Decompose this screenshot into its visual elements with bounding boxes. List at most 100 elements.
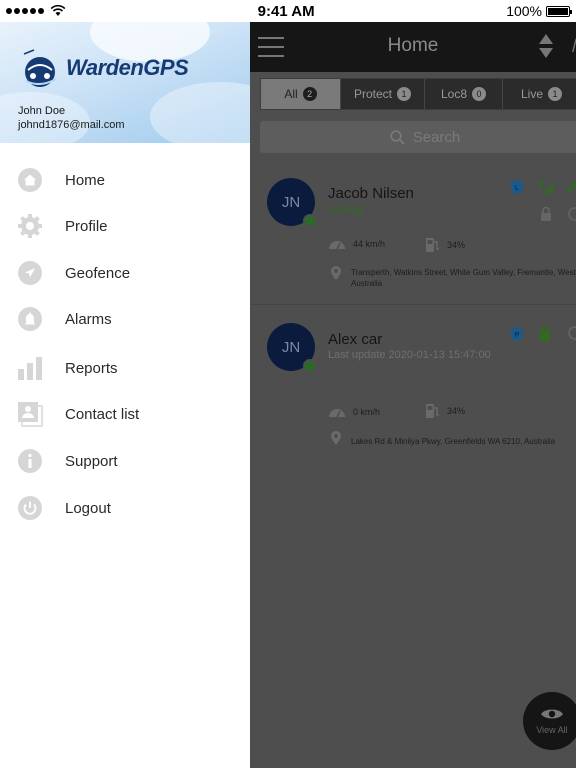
- status-bar: 9:41 AM 100%: [0, 0, 576, 22]
- tab-all[interactable]: All 2: [261, 79, 341, 109]
- tab-label: All: [284, 87, 298, 101]
- tab-label: Live: [520, 87, 543, 101]
- top-bar: Home /: [250, 22, 576, 72]
- tab-live[interactable]: Live 1: [503, 79, 576, 109]
- tab-label: Loc8: [440, 87, 468, 101]
- menu-item-home[interactable]: Home: [0, 160, 250, 200]
- location-pin-icon: [331, 431, 341, 445]
- speedometer-icon: [329, 241, 345, 250]
- speed-value: 0 km/h: [353, 407, 381, 417]
- map-icon[interactable]: /: [572, 36, 576, 58]
- battery-percent: 100%: [506, 3, 542, 19]
- tab-protect[interactable]: Protect 1: [341, 79, 425, 109]
- view-all-label: View All: [536, 725, 568, 735]
- loc8-shield-icon: L: [511, 180, 523, 195]
- home-icon: [17, 167, 43, 193]
- vehicle-card[interactable]: JN Jacob Nilsen moving L 44 km/h 34% Tra…: [250, 166, 576, 305]
- search-placeholder: Search: [412, 128, 461, 146]
- eye-icon: [541, 709, 563, 719]
- cellular-signal-icon: [6, 5, 66, 17]
- car-logo-icon: [23, 49, 57, 87]
- filter-tabs: All 2 Protect 1 Loc8 0 Live 1: [260, 78, 576, 110]
- gps-signal-icon: [538, 181, 553, 194]
- vehicle-address: Lakes Rd & Minilya Pkwy, Greenfields WA …: [351, 437, 556, 446]
- menu-label: Contact list: [65, 405, 140, 423]
- navigation-icon: [17, 260, 43, 286]
- vehicle-name: Jacob Nilsen: [328, 185, 414, 202]
- shield-letter: P: [515, 332, 520, 339]
- speed-metric: 44 km/h: [328, 238, 385, 250]
- status-time: 9:41 AM: [257, 2, 315, 20]
- online-indicator: [303, 214, 317, 228]
- lock-icon: [541, 206, 551, 221]
- online-indicator: [303, 359, 317, 373]
- fuel-metric: 34%: [425, 403, 465, 419]
- menu-item-reports[interactable]: Reports: [0, 348, 250, 388]
- avatar-initials: JN: [281, 193, 301, 211]
- fuel-pump-icon: [426, 404, 439, 418]
- home-screen: Home / All 2 Protect 1 Loc8 0 Live 1 Sea…: [250, 22, 576, 768]
- user-name: John Doe: [18, 105, 66, 117]
- search-icon: [390, 129, 405, 145]
- wifi-icon: [50, 5, 66, 16]
- speed-metric: 0 km/h: [328, 406, 380, 418]
- tab-count-badge: 0: [472, 87, 487, 101]
- menu-item-geofence[interactable]: Geofence: [0, 253, 250, 293]
- view-all-button[interactable]: View All: [523, 692, 576, 750]
- clock-icon: [568, 207, 576, 221]
- tab-loc8[interactable]: Loc8 0: [425, 79, 503, 109]
- menu-label: Support: [65, 452, 118, 470]
- vehicle-address: Transperth, Watkins Street, White Gum Va…: [351, 268, 576, 288]
- vehicle-status: Last update 2020-01-13 15:47:00: [328, 349, 491, 361]
- fuel-value: 34%: [447, 406, 466, 416]
- menu-label: Logout: [65, 499, 111, 517]
- menu-item-alarms[interactable]: Alarms: [0, 299, 250, 339]
- menu-label: Alarms: [65, 310, 112, 328]
- menu-label: Reports: [65, 359, 118, 377]
- wrench-icon: [567, 181, 576, 193]
- menu-label: Geofence: [65, 264, 131, 282]
- shield-letter: L: [515, 185, 519, 192]
- cloud-decoration: [150, 82, 250, 143]
- fuel-metric: 34%: [425, 237, 465, 253]
- clock-icon: [568, 326, 576, 340]
- menu-item-profile[interactable]: Profile: [0, 206, 250, 246]
- sort-icon[interactable]: [538, 32, 554, 60]
- tab-count-badge: 1: [397, 87, 411, 101]
- battery-icon: [546, 5, 572, 17]
- brand-logo: WardenGPS: [18, 48, 189, 88]
- speed-value: 44 km/h: [353, 239, 386, 249]
- info-icon: [17, 448, 43, 474]
- contacts-icon: [17, 401, 43, 427]
- cloud-decoration: [0, 92, 90, 143]
- brand-name: WardenGPS: [66, 55, 189, 80]
- bar-chart-icon: [17, 355, 43, 381]
- user-email: johnd1876@mail.com: [18, 119, 125, 131]
- avatar: JN: [267, 178, 317, 228]
- avatar: JN: [267, 323, 317, 373]
- navigation-drawer: WardenGPS John Doe johnd1876@mail.com Ho…: [0, 22, 250, 768]
- menu-label: Profile: [65, 217, 108, 235]
- menu-item-logout[interactable]: Logout: [0, 488, 250, 528]
- page-title: Home: [387, 35, 439, 56]
- fuel-value: 34%: [447, 240, 466, 250]
- vehicle-name: Alex car: [328, 331, 383, 348]
- battery-indicator: 100%: [506, 3, 572, 19]
- vehicle-card[interactable]: JN Alex car Last update 2020-01-13 15:47…: [250, 312, 576, 452]
- tab-label: Protect: [353, 87, 392, 101]
- gear-icon: [17, 213, 43, 239]
- menu-item-contact-list[interactable]: Contact list: [0, 394, 250, 434]
- search-input[interactable]: Search: [260, 121, 576, 153]
- menu-label: Home: [65, 171, 106, 189]
- fuel-pump-icon: [426, 238, 439, 252]
- bell-icon: [17, 306, 43, 332]
- drawer-header: WardenGPS John Doe johnd1876@mail.com: [0, 22, 250, 143]
- speedometer-icon: [329, 409, 345, 418]
- power-icon: [17, 495, 43, 521]
- protect-shield-icon: P: [511, 327, 523, 342]
- tab-count-badge: 2: [302, 87, 317, 101]
- avatar-initials: JN: [281, 338, 301, 356]
- menu-item-support[interactable]: Support: [0, 441, 250, 481]
- lock-icon: [540, 325, 550, 341]
- vehicle-status: moving: [328, 204, 364, 216]
